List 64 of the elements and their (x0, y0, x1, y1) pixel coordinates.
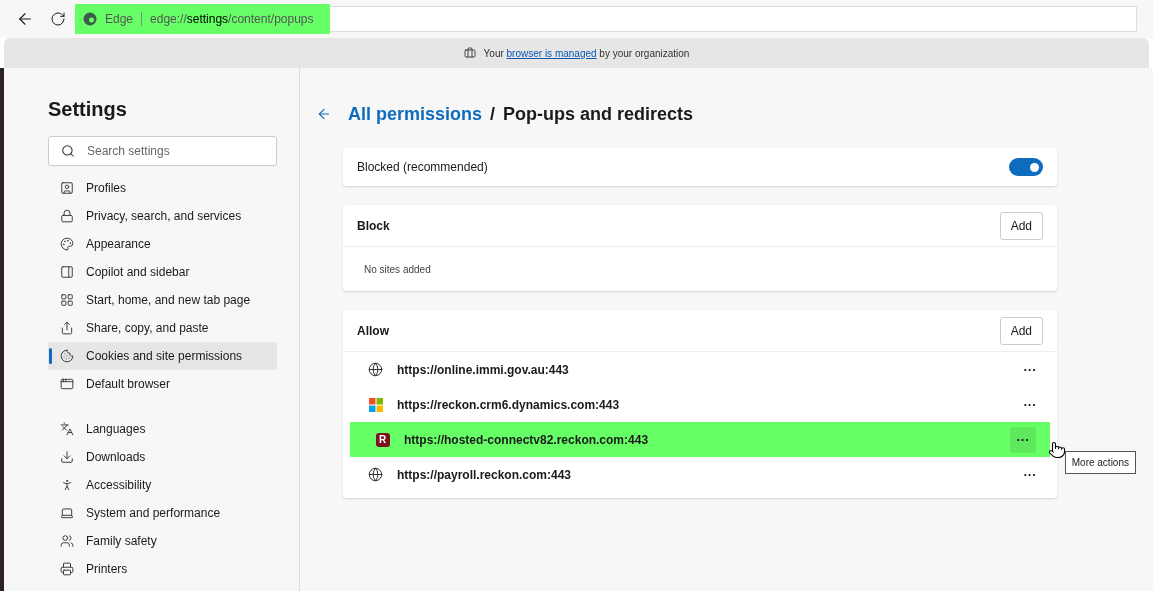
settings-title: Settings (48, 97, 128, 122)
printer-icon (60, 562, 74, 576)
search-icon (61, 144, 75, 158)
sidebar-item[interactable]: Privacy, search, and services (48, 202, 277, 230)
palette-icon (60, 237, 74, 251)
tooltip: More actions (1064, 451, 1136, 474)
toggle-label: Blocked (recommended) (357, 159, 488, 176)
more-actions-button[interactable]: ··· (1010, 426, 1036, 453)
back-arrow-icon[interactable] (316, 106, 332, 122)
download-icon (60, 450, 74, 464)
profile-icon (60, 181, 74, 195)
empty-message: No sites added (364, 262, 431, 277)
site-row[interactable]: https://reckon.crm6.dynamics.com:443 ··· (343, 387, 1057, 422)
globe-icon (368, 467, 383, 482)
person-icon (60, 478, 74, 492)
site-url: https://reckon.crm6.dynamics.com:443 (397, 396, 621, 414)
grid-icon (60, 293, 74, 307)
site-url: https://hosted-connectv82.reckon.com:443 (404, 431, 650, 449)
lock-icon (60, 209, 74, 223)
language-icon (60, 422, 74, 436)
laptop-icon (60, 506, 74, 520)
site-url: https://online.immi.gov.au:443 (397, 361, 570, 379)
sidebar-icon (60, 265, 74, 279)
cookie-icon (60, 349, 74, 363)
add-button[interactable]: Add (999, 316, 1043, 345)
managed-link[interactable]: browser is managed (506, 47, 597, 59)
sidebar-item[interactable]: Start, home, and new tab page (48, 286, 277, 314)
more-actions-button[interactable]: ··· (1017, 391, 1043, 418)
section-title: Block (357, 217, 390, 235)
sidebar-item[interactable]: Languages (48, 415, 277, 443)
sidebar-item[interactable]: Downloads (48, 443, 277, 471)
add-button[interactable]: Add (999, 211, 1043, 240)
sidebar-item[interactable]: Profiles (48, 174, 277, 202)
sidebar-item[interactable]: Default browser (48, 370, 277, 398)
browser-label: Edge (105, 11, 134, 28)
window-icon (60, 377, 74, 391)
search-field[interactable]: Search settings (48, 136, 277, 166)
url-text: edge://settings/content/popups (150, 11, 314, 28)
site-logo-icon: R (375, 432, 390, 447)
sidebar-item[interactable]: System and performance (48, 499, 277, 527)
back-icon[interactable] (16, 10, 34, 28)
sidebar-item[interactable]: Appearance (48, 230, 277, 258)
address-bar[interactable]: Edge edge://settings/content/popups (74, 6, 1137, 32)
globe-icon (368, 362, 383, 377)
windows-logo-icon (368, 397, 383, 412)
sidebar-item[interactable]: Copilot and sidebar (48, 258, 277, 286)
section-title: Allow (357, 322, 389, 340)
more-actions-button[interactable]: ··· (1017, 356, 1043, 383)
share-icon (60, 321, 74, 335)
site-row[interactable]: https://online.immi.gov.au:443 ··· (343, 352, 1057, 387)
toggle-switch[interactable] (1009, 158, 1043, 176)
sidebar-item[interactable]: Accessibility (48, 471, 277, 499)
briefcase-icon (463, 47, 476, 59)
sidebar-item[interactable]: Cookies and site permissions (48, 342, 277, 370)
breadcrumb-separator: / (490, 102, 496, 126)
sidebar-item[interactable]: Printers (48, 555, 277, 583)
managed-notice: Your browser is managed by your organization (483, 46, 690, 61)
refresh-icon[interactable] (50, 11, 66, 27)
sidebar-item[interactable]: Family safety (48, 527, 277, 555)
page-title: Pop-ups and redirects (503, 102, 694, 126)
breadcrumb-link[interactable]: All permissions (348, 100, 483, 128)
sidebar-item[interactable]: Share, copy, and paste (48, 314, 277, 342)
edge-logo-icon (83, 12, 97, 26)
people-icon (60, 534, 74, 548)
